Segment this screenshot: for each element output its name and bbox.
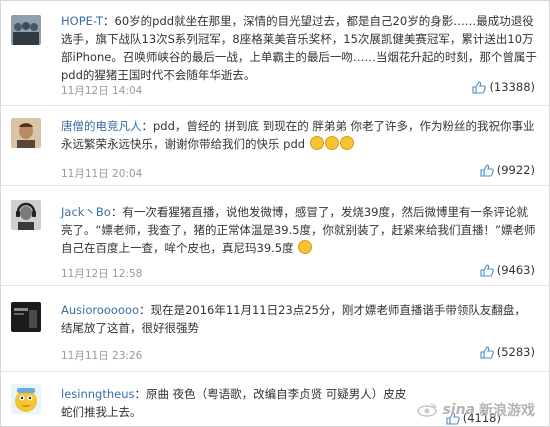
avatar[interactable] — [11, 118, 41, 148]
sina-eye-logo-icon — [417, 403, 438, 417]
like-button[interactable]: (9922) — [480, 163, 535, 177]
watermark-logo-text: sina — [442, 402, 475, 418]
sina-games-watermark: sina 新浪游戏 — [416, 400, 535, 420]
comment-body: HOPE-T：60岁的pdd就坐在那里，深情的目光望过去，都是自己20岁的身影…… — [61, 14, 537, 82]
username-link[interactable]: HOPE-T — [61, 14, 103, 28]
avatar[interactable] — [11, 302, 41, 332]
avatar[interactable] — [11, 200, 41, 230]
like-button[interactable]: (13388) — [472, 80, 535, 94]
like-count: (5283) — [496, 345, 535, 359]
username-link[interactable]: Jack丶Bo — [61, 205, 111, 219]
laughing-emoji-icon — [298, 240, 313, 254]
comment-text: 60岁的pdd就坐在那里，深情的目光望过去，都是自己20岁的身影……最成功退役选… — [61, 14, 537, 82]
like-count: (13388) — [489, 80, 535, 94]
comment-body: lesinngtheus：原曲 夜色（粤语歌，改编自李贞贤 可疑男人）皮皮蛇们推… — [61, 387, 407, 419]
comment-body: Ausioroooooo：现在是2016年11月11日23点25分，刚才嫖老师直… — [61, 303, 526, 335]
avatar[interactable] — [11, 15, 41, 45]
list-item: Jack丶Bo：有一次看猩猪直播，说他发微博，感冒了，发烧39度，然后微博里有一… — [1, 186, 549, 286]
watermark-label: 新浪游戏 — [479, 403, 535, 419]
comment-list: HOPE-T：60岁的pdd就坐在那里，深情的目光望过去，都是自己20岁的身影…… — [0, 0, 550, 427]
list-item: 唐僧的电竞凡人：pdd，曾经的 拼到底 到现在的 胖弟弟 你老了许多，作为粉丝的… — [1, 106, 549, 186]
thumbs-up-icon — [480, 345, 494, 359]
comment-body: 唐僧的电竞凡人：pdd，曾经的 拼到底 到现在的 胖弟弟 你老了许多，作为粉丝的… — [61, 119, 535, 151]
thumbs-up-icon — [480, 163, 494, 177]
avatar[interactable] — [11, 384, 41, 414]
like-button[interactable]: (9463) — [480, 263, 535, 277]
list-item: HOPE-T：60岁的pdd就坐在那里，深情的目光望过去，都是自己20岁的身影…… — [1, 1, 549, 106]
crying-emoji-icon — [324, 136, 339, 150]
like-count: (9463) — [496, 263, 535, 277]
like-count: (9922) — [496, 163, 535, 177]
username-link[interactable]: lesinngtheus — [61, 387, 135, 401]
crying-emoji-icon — [309, 136, 324, 150]
username-link[interactable]: Ausioroooooo — [61, 303, 139, 317]
timestamp: 11月11日 20:04 — [61, 168, 143, 180]
crying-emoji-icon — [339, 136, 354, 150]
thumbs-up-icon — [480, 263, 494, 277]
timestamp: 11月12日 14:04 — [61, 85, 143, 97]
like-button[interactable]: (5283) — [480, 345, 535, 359]
username-link[interactable]: 唐僧的电竞凡人 — [61, 119, 142, 133]
thumbs-up-icon — [472, 80, 487, 94]
timestamp: 11月12日 12:58 — [61, 268, 143, 280]
timestamp: 11月11日 23:26 — [61, 350, 143, 362]
list-item: Ausioroooooo：现在是2016年11月11日23点25分，刚才嫖老师直… — [1, 286, 549, 372]
comment-body: Jack丶Bo：有一次看猩猪直播，说他发微博，感冒了，发烧39度，然后微博里有一… — [61, 205, 536, 255]
